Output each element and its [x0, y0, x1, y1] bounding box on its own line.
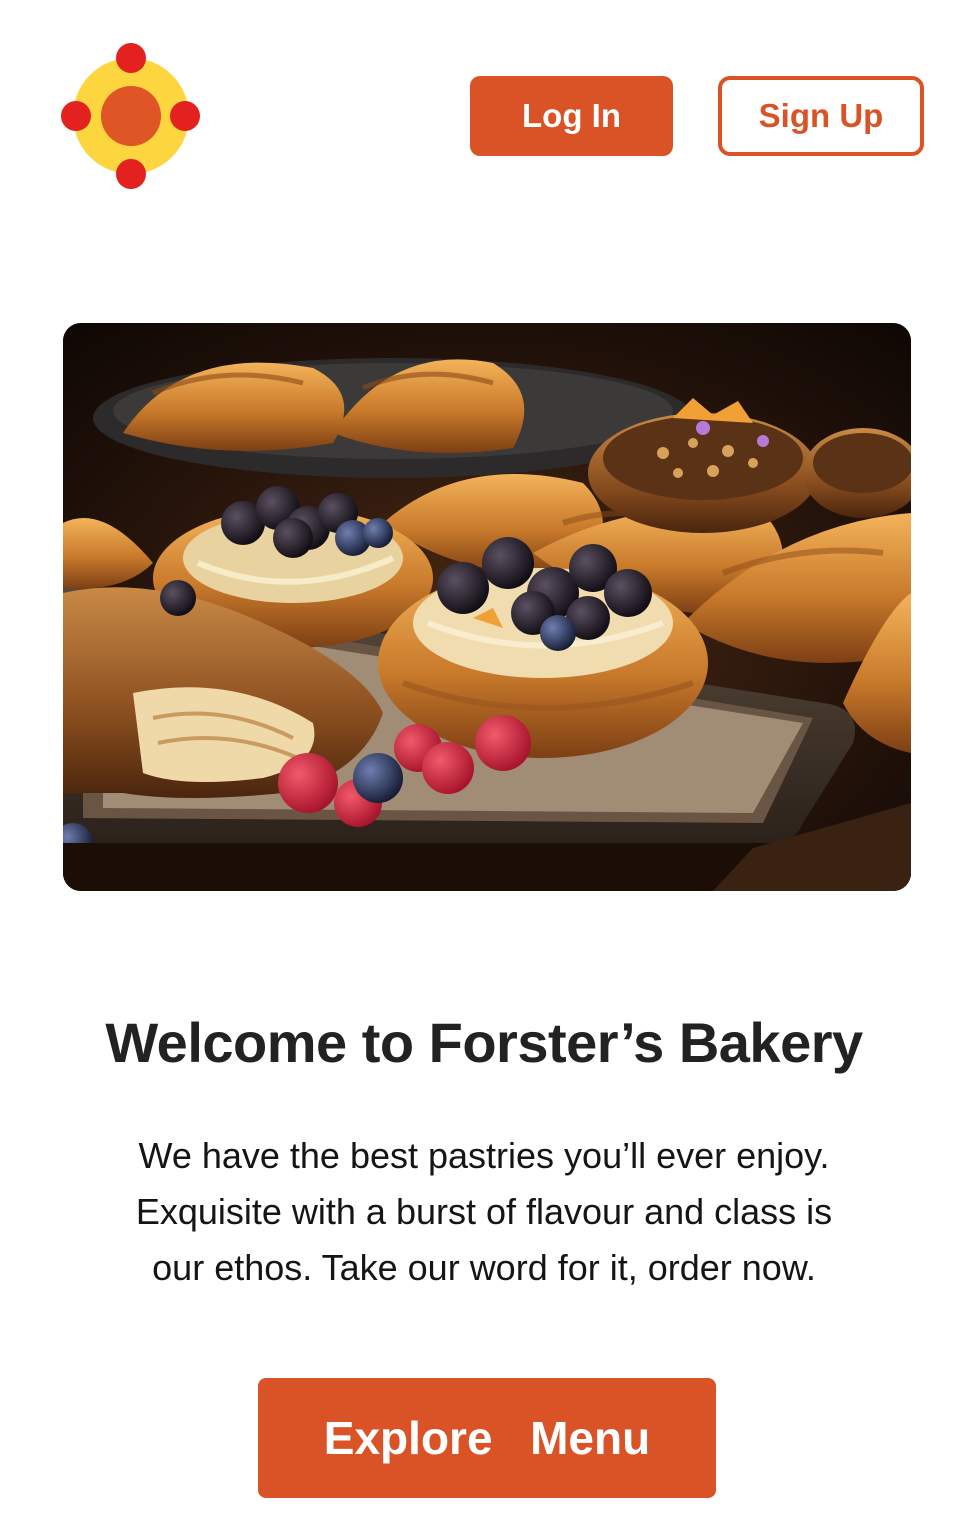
flower-dots-logo-icon — [61, 43, 200, 189]
intro-description: We have the best pastries you’ll ever en… — [60, 1128, 908, 1296]
explore-menu-button[interactable]: Explore Menu — [258, 1378, 716, 1498]
explore-menu-label: Explore Menu — [323, 1412, 651, 1464]
description-line: We have the best pastries you’ll ever en… — [138, 1135, 830, 1176]
login-button[interactable]: Log In — [470, 76, 673, 156]
description-line: our ethos. Take our word for it, order n… — [152, 1247, 816, 1288]
page-title: Welcome to Forster’s Bakery — [105, 1011, 863, 1074]
brand-logo[interactable] — [61, 43, 202, 189]
description-line: Exquisite with a burst of flavour and cl… — [135, 1191, 833, 1232]
hero-image — [63, 323, 911, 891]
signup-button[interactable]: Sign Up — [718, 76, 924, 156]
